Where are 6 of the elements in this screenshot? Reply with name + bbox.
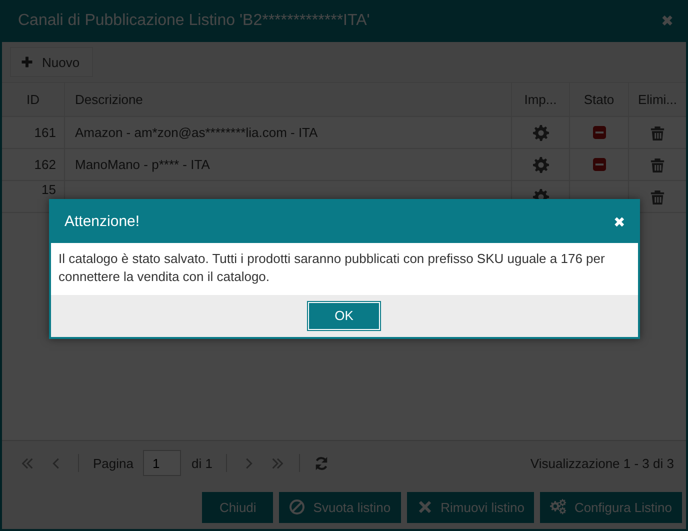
close-button[interactable]: ✖ xyxy=(614,214,626,230)
window-title: Canali di Pubblicazione Listino 'B2*************ITA' xyxy=(18,12,370,30)
alert-title: Attenzione! xyxy=(64,213,140,230)
alert-message: Il catalogo è stato salvato. Tutti i prodotti saranno pubblicati con prefisso SKU uguale a 176 per connettere la vendita con il catalogo. xyxy=(58,250,606,286)
ok-button[interactable]: OK xyxy=(308,302,380,330)
close-button[interactable]: ✖ xyxy=(661,12,674,30)
